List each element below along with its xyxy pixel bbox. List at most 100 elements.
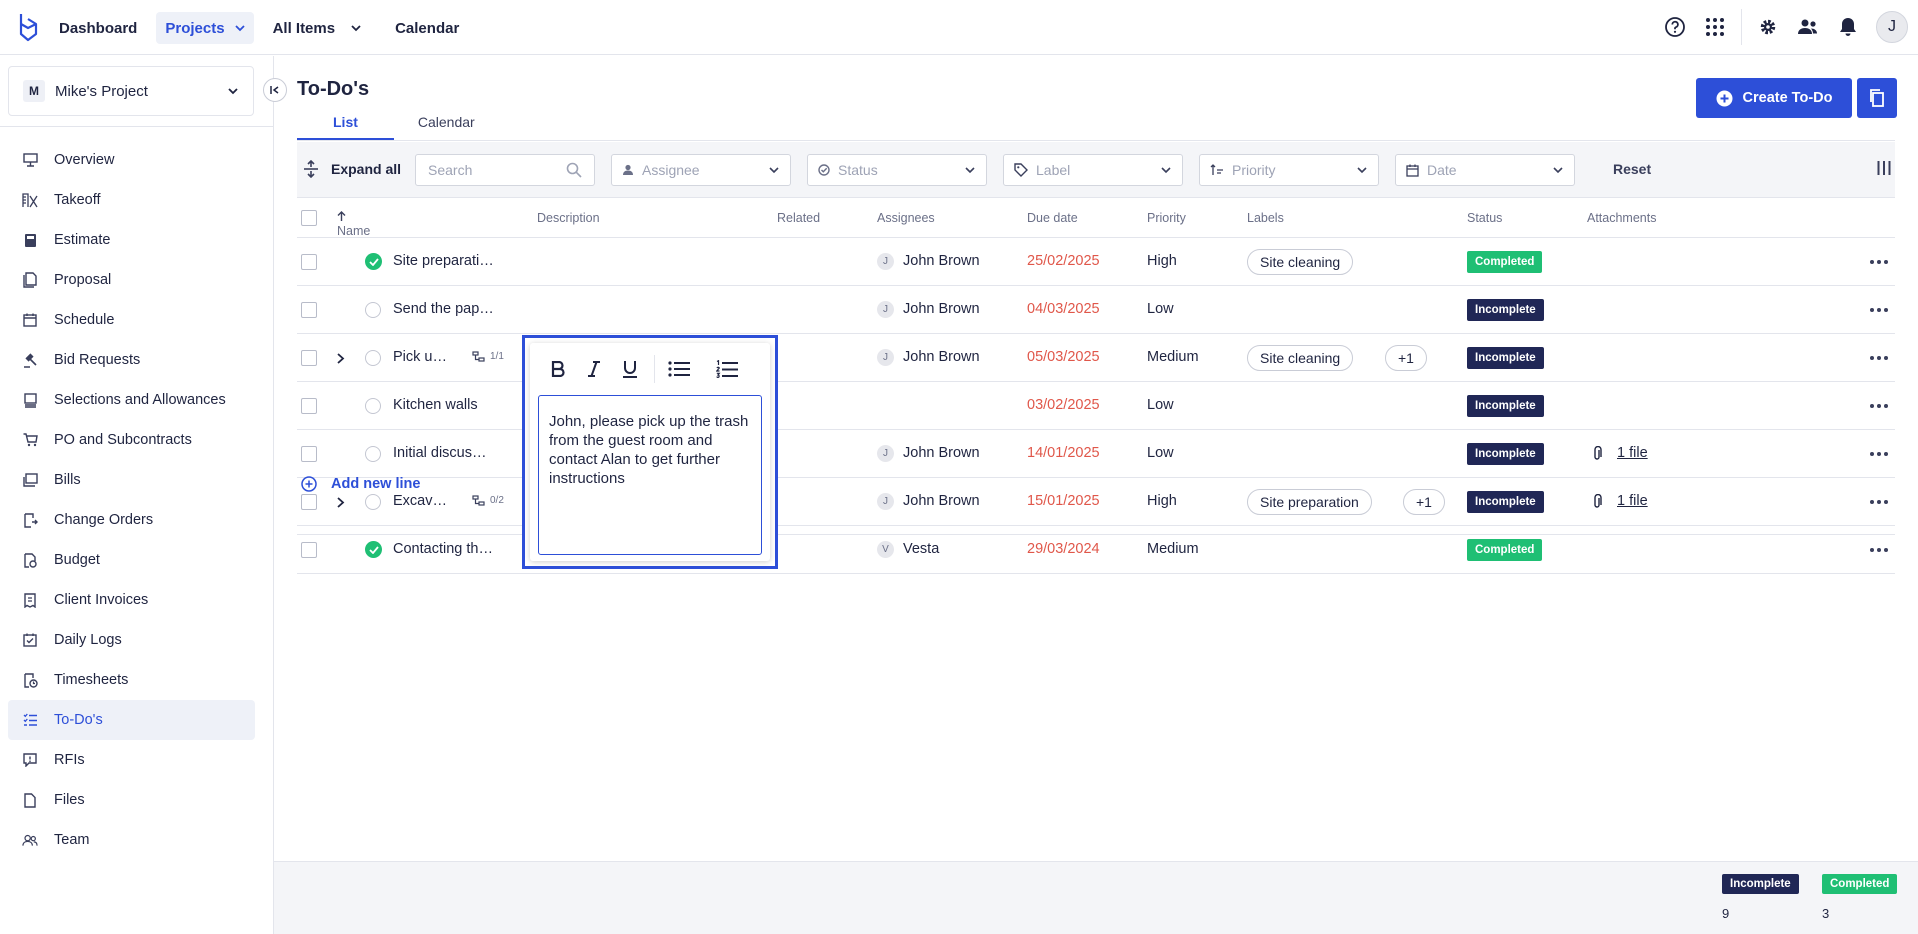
row-checkbox[interactable] xyxy=(301,542,317,558)
assignee-filter[interactable]: Assignee xyxy=(611,154,791,186)
search-input[interactable]: Search xyxy=(415,154,595,186)
expand-all-button[interactable]: Expand all xyxy=(303,160,401,178)
more-labels-chip[interactable]: +1 xyxy=(1403,489,1445,515)
sidebar-item-bid-requests[interactable]: Bid Requests xyxy=(8,340,255,380)
row-checkbox[interactable] xyxy=(301,398,317,414)
nav-dashboard[interactable]: Dashboard xyxy=(50,12,146,44)
italic-button[interactable] xyxy=(576,355,612,383)
table-row[interactable]: Send the pap… J John Brown 04/03/2025 Low Inc… xyxy=(297,286,1895,334)
sidebar-item-estimate[interactable]: Estimate xyxy=(8,220,255,260)
sidebar-item-daily-logs[interactable]: Daily Logs xyxy=(8,620,255,660)
reset-button[interactable]: Reset xyxy=(1613,161,1651,177)
row-checkbox[interactable] xyxy=(301,350,317,366)
sidebar-item-client-invoices[interactable]: Client Invoices xyxy=(8,580,255,620)
col-description[interactable]: Description xyxy=(537,211,600,225)
priority-filter[interactable]: Priority xyxy=(1199,154,1379,186)
incomplete-circle-icon[interactable] xyxy=(365,350,381,366)
status-filter[interactable]: Status xyxy=(807,154,987,186)
col-status[interactable]: Status xyxy=(1467,211,1502,225)
row-checkbox[interactable] xyxy=(301,302,317,318)
status-badge[interactable]: Completed xyxy=(1467,251,1543,273)
gear-icon[interactable] xyxy=(1748,8,1788,46)
table-row[interactable]: Site preparati… J John Brown 25/02/2025 High… xyxy=(297,238,1895,286)
nav-calendar[interactable]: Calendar xyxy=(386,12,468,44)
status-badge[interactable]: Incomplete xyxy=(1467,347,1544,369)
copy-button[interactable] xyxy=(1857,78,1897,118)
users-icon[interactable] xyxy=(1788,8,1828,46)
underline-button[interactable] xyxy=(612,355,648,383)
todo-name[interactable]: Excav… xyxy=(393,493,447,509)
col-related[interactable]: Related xyxy=(777,211,820,225)
incomplete-circle-icon[interactable] xyxy=(365,446,381,462)
todo-name[interactable]: Kitchen walls xyxy=(393,397,478,413)
label-chip[interactable]: Site cleaning xyxy=(1247,345,1354,371)
user-avatar[interactable]: J xyxy=(1876,11,1908,43)
sidebar-item-po-and-subcontracts[interactable]: PO and Subcontracts xyxy=(8,420,255,460)
status-badge[interactable]: Incomplete xyxy=(1467,299,1544,321)
apps-grid-icon[interactable] xyxy=(1695,8,1735,46)
bold-button[interactable] xyxy=(540,355,576,383)
todo-name[interactable]: Pick u… xyxy=(393,349,447,365)
incomplete-circle-icon[interactable] xyxy=(365,494,381,510)
sidebar-item-takeoff[interactable]: Takeoff xyxy=(8,180,255,220)
status-badge[interactable]: Incomplete xyxy=(1467,443,1544,465)
more-options-icon[interactable] xyxy=(1870,500,1888,504)
nav-all-items[interactable]: All Items xyxy=(264,12,371,44)
chevron-right-icon[interactable] xyxy=(336,497,345,508)
col-priority[interactable]: Priority xyxy=(1147,211,1186,225)
col-assignees[interactable]: Assignees xyxy=(877,211,935,225)
sidebar-item-rfis[interactable]: RFIs xyxy=(8,740,255,780)
incomplete-circle-icon[interactable] xyxy=(365,398,381,414)
numbered-list-button[interactable] xyxy=(709,355,745,383)
app-logo-icon[interactable] xyxy=(16,12,40,42)
sidebar-item-team[interactable]: Team xyxy=(8,820,255,860)
sidebar-item-schedule[interactable]: Schedule xyxy=(8,300,255,340)
bullet-list-button[interactable] xyxy=(661,355,697,383)
more-options-icon[interactable] xyxy=(1870,548,1888,552)
nav-projects[interactable]: Projects xyxy=(156,12,254,44)
label-chip[interactable]: Site cleaning xyxy=(1247,249,1354,275)
attachment-link[interactable]: 1 file xyxy=(1617,445,1648,461)
help-icon[interactable] xyxy=(1655,8,1695,46)
col-name[interactable]: Name xyxy=(337,211,370,238)
sidebar-item-change-orders[interactable]: Change Orders xyxy=(8,500,255,540)
sidebar-item-to-do-s[interactable]: To-Do's xyxy=(8,700,255,740)
select-all-checkbox[interactable] xyxy=(301,210,317,226)
more-options-icon[interactable] xyxy=(1870,356,1888,360)
sidebar-item-budget[interactable]: Budget xyxy=(8,540,255,580)
sidebar-item-proposal[interactable]: Proposal xyxy=(8,260,255,300)
columns-icon[interactable] xyxy=(1877,160,1891,176)
col-labels[interactable]: Labels xyxy=(1247,211,1284,225)
row-checkbox[interactable] xyxy=(301,446,317,462)
bell-icon[interactable] xyxy=(1828,8,1868,46)
description-textarea[interactable]: John, please pick up the trash from the … xyxy=(538,395,762,555)
tab-calendar[interactable]: Calendar xyxy=(394,114,499,140)
sidebar-item-files[interactable]: Files xyxy=(8,780,255,820)
sidebar-item-overview[interactable]: Overview xyxy=(8,140,255,180)
completed-check-icon[interactable] xyxy=(365,253,382,270)
date-filter[interactable]: Date xyxy=(1395,154,1575,186)
row-checkbox[interactable] xyxy=(301,254,317,270)
create-todo-button[interactable]: Create To-Do xyxy=(1696,78,1852,118)
add-new-line-button[interactable]: Add new line xyxy=(301,476,420,492)
sidebar-item-selections-and-allowances[interactable]: Selections and Allowances xyxy=(8,380,255,420)
status-badge[interactable]: Incomplete xyxy=(1467,491,1544,513)
project-selector[interactable]: M Mike's Project xyxy=(8,66,254,116)
todo-name[interactable]: Site preparati… xyxy=(393,253,494,269)
todo-name[interactable]: Initial discus… xyxy=(393,445,486,461)
tab-list[interactable]: List xyxy=(297,114,394,140)
label-chip[interactable]: Site preparation xyxy=(1247,489,1372,515)
status-badge[interactable]: Completed xyxy=(1467,539,1543,561)
sidebar-item-bills[interactable]: Bills xyxy=(8,460,255,500)
todo-name[interactable]: Contacting th… xyxy=(393,541,493,557)
more-labels-chip[interactable]: +1 xyxy=(1385,345,1427,371)
more-options-icon[interactable] xyxy=(1870,404,1888,408)
incomplete-circle-icon[interactable] xyxy=(365,302,381,318)
status-badge[interactable]: Incomplete xyxy=(1467,395,1544,417)
collapse-sidebar-button[interactable] xyxy=(263,78,287,102)
chevron-right-icon[interactable] xyxy=(336,353,345,364)
label-filter[interactable]: Label xyxy=(1003,154,1183,186)
sidebar-item-timesheets[interactable]: Timesheets xyxy=(8,660,255,700)
more-options-icon[interactable] xyxy=(1870,452,1888,456)
row-checkbox[interactable] xyxy=(301,494,317,510)
